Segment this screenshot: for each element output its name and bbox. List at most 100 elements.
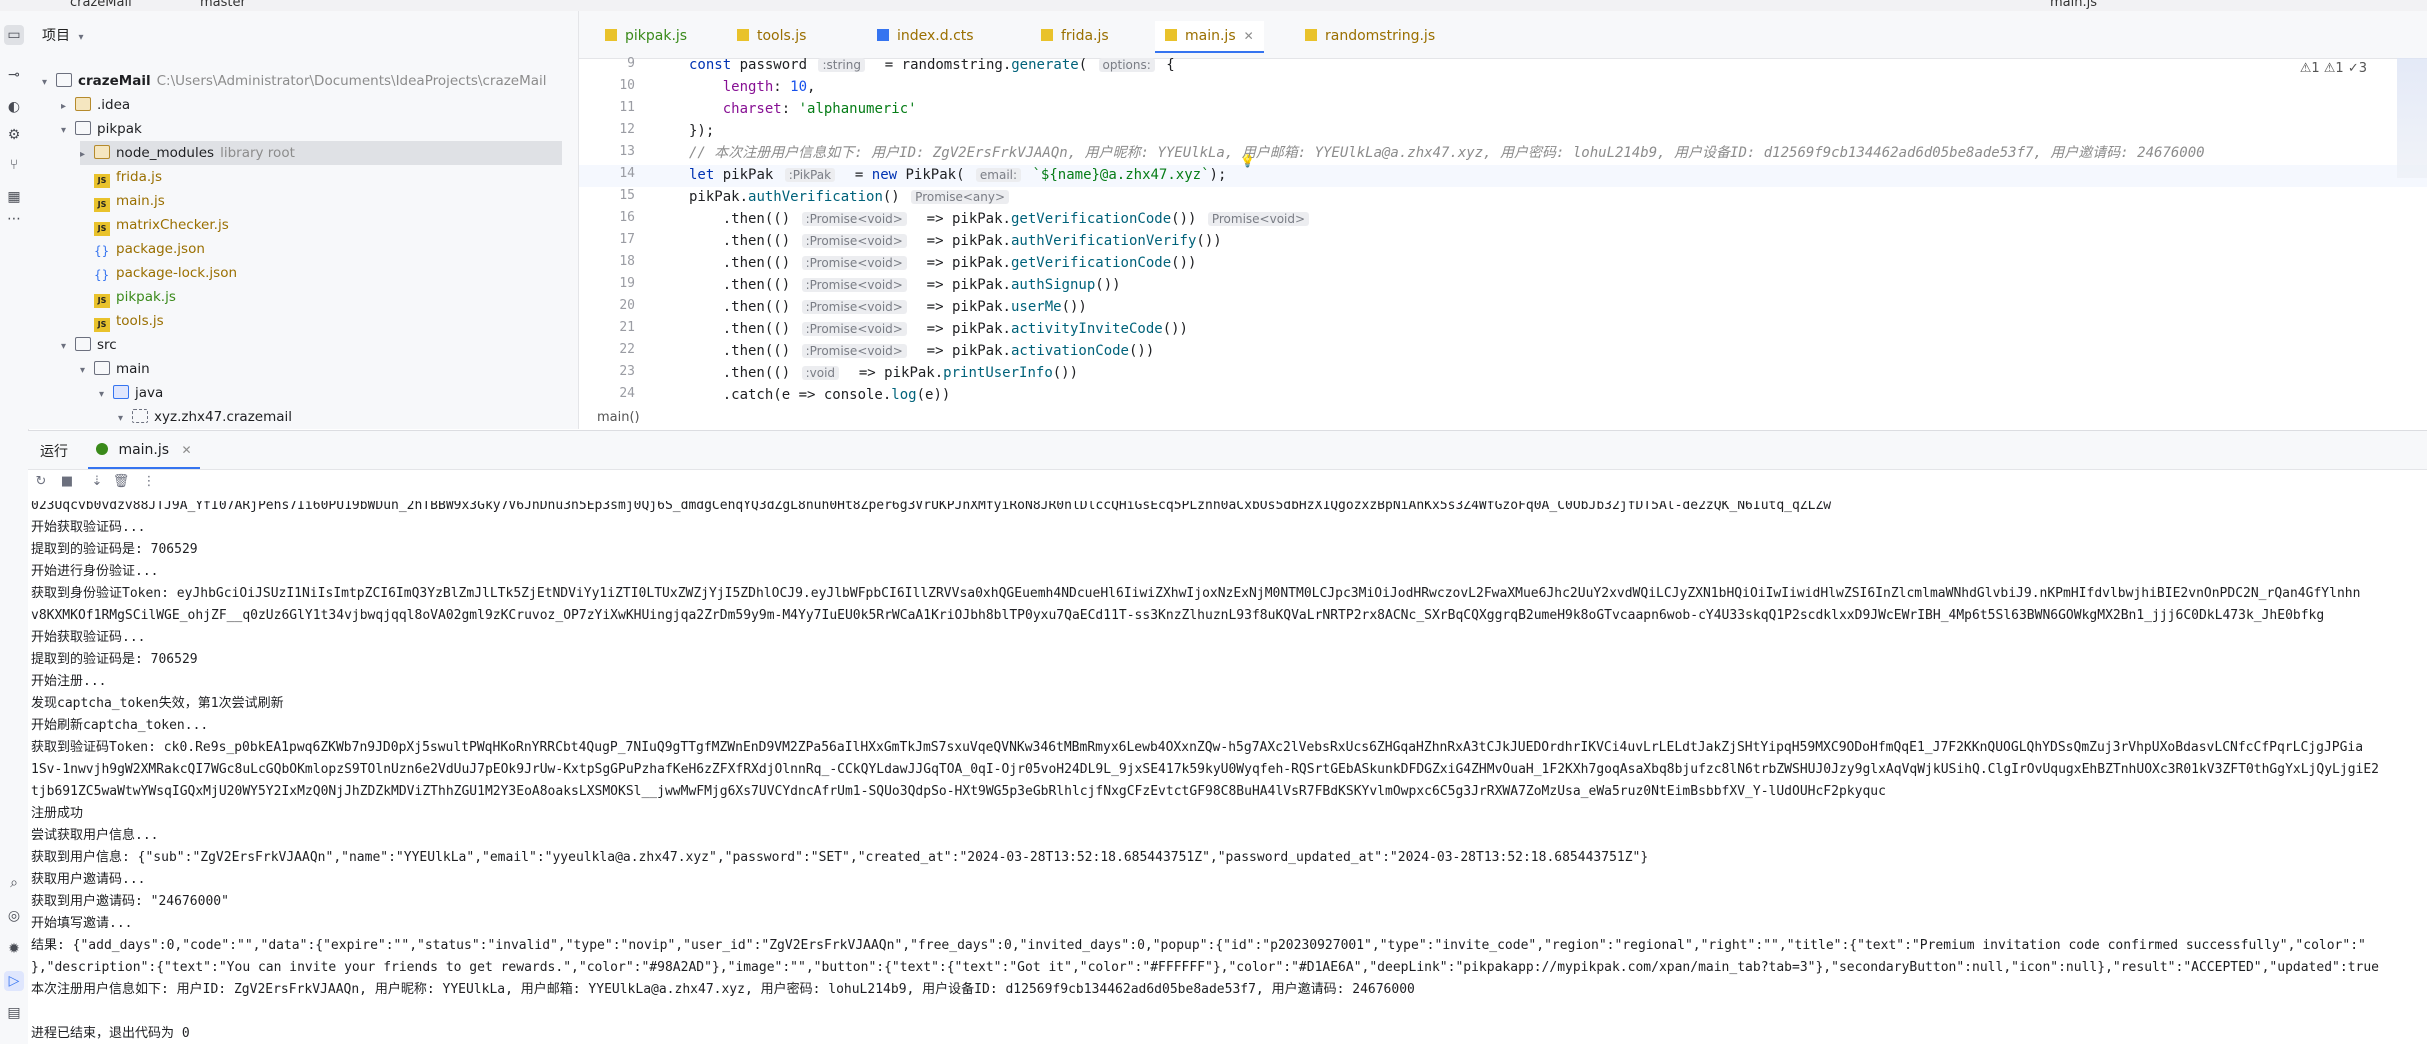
line-number: 22 bbox=[619, 342, 635, 357]
tree-item[interactable]: ▾ java bbox=[99, 381, 562, 405]
more-options-icon[interactable]: ⋮ bbox=[140, 473, 158, 491]
more-icon[interactable]: ⋯ bbox=[4, 209, 24, 229]
chevron-icon[interactable]: ▾ bbox=[99, 383, 113, 407]
tree-item[interactable]: ▸ .idea bbox=[61, 93, 562, 117]
console-line[interactable]: 获取到验证码Token: ck0.Re9s_p0bkEA1pwq6ZKWb7n9… bbox=[31, 737, 2363, 759]
console-line[interactable]: 发现captcha_token失效，第1次尝试刷新 bbox=[31, 693, 284, 715]
chevron-icon[interactable]: ▾ bbox=[61, 335, 75, 359]
code-line[interactable]: pikPak.authVerification() Promise<any> bbox=[689, 186, 1012, 208]
code-line[interactable]: .then(() :Promise<void> => pikPak.authSi… bbox=[689, 274, 1121, 296]
trash-icon[interactable]: 🗑 bbox=[112, 473, 130, 491]
close-icon[interactable]: ✕ bbox=[1244, 29, 1254, 43]
console-line[interactable]: 开始刷新captcha_token... bbox=[31, 715, 208, 737]
console-line[interactable]: 开始进行身份验证... bbox=[31, 561, 158, 583]
tab-randomstring-js[interactable]: randomstring.js bbox=[1295, 21, 1445, 51]
commit-icon[interactable]: ⊸ bbox=[4, 65, 24, 85]
git-icon[interactable]: ◐ bbox=[4, 97, 24, 117]
chevron-icon[interactable]: ▾ bbox=[61, 119, 75, 143]
project-name[interactable]: crazeMail bbox=[70, 0, 132, 10]
console-output[interactable]: 023Uqcvb0vdzv88JTJ9A_YfI07ARjPehs7Ii60PU… bbox=[31, 501, 2427, 1041]
code-line[interactable]: let pikPak :PikPak = new PikPak( email: … bbox=[689, 164, 1226, 186]
console-line[interactable]: 本次注册用户信息如下: 用户ID: ZgV2ErsFrkVJAAQn, 用户昵称… bbox=[31, 979, 1415, 1001]
minimap[interactable] bbox=[2397, 58, 2427, 178]
console-line[interactable]: 1Sv-1nwvjh9gW2XMRakcQI7WGc8uLcGQbOKmlopz… bbox=[31, 759, 2379, 781]
close-icon[interactable]: ✕ bbox=[182, 443, 192, 457]
tab-frida-js[interactable]: frida.js bbox=[1031, 21, 1119, 51]
chevron-icon[interactable]: ▸ bbox=[80, 143, 94, 167]
console-line[interactable]: 获取到用户邀请码: "24676000" bbox=[31, 891, 229, 913]
terminal-icon[interactable]: ▤ bbox=[4, 1003, 24, 1023]
tab-tools-js[interactable]: tools.js bbox=[727, 21, 816, 51]
tree-item[interactable]: ▾ main bbox=[80, 357, 562, 381]
project-panel-header[interactable]: 项目 ▾ bbox=[42, 25, 83, 45]
console-line[interactable]: 获取到身份验证Token: eyJhbGciOiJSUzI1NiIsImtpZC… bbox=[31, 583, 2360, 605]
rerun-icon[interactable]: ↻ bbox=[32, 473, 50, 491]
tab-pikpak-js[interactable]: pikpak.js bbox=[595, 21, 697, 51]
console-line[interactable]: tjb691ZC5waWtwYWsqIGQxMjU20WY5Y2IxMzQ0Nj… bbox=[31, 781, 1886, 803]
code-area[interactable]: const password :string = randomstring.ge… bbox=[689, 58, 2409, 408]
breadcrumb[interactable]: main() bbox=[597, 407, 640, 429]
debug-icon[interactable]: ✹ bbox=[4, 939, 24, 959]
inspection-widget[interactable]: ⚠1 ⚠1 ✓3 bbox=[2300, 61, 2367, 76]
run-config-name[interactable]: main.js bbox=[2050, 0, 2097, 10]
chevron-icon[interactable]: ▾ bbox=[118, 407, 132, 429]
chevron-icon[interactable]: ▾ bbox=[42, 71, 56, 95]
chevron-icon[interactable]: ▸ bbox=[61, 95, 75, 119]
code-line[interactable]: .then(() :void => pikPak.printUserInfo()… bbox=[689, 362, 1078, 384]
console-line[interactable]: 尝试获取用户信息... bbox=[31, 825, 158, 847]
code-line[interactable]: .then(() :Promise<void> => pikPak.authVe… bbox=[689, 230, 1222, 252]
pull-requests-icon[interactable]: ⑂ bbox=[4, 155, 24, 175]
console-line[interactable]: 提取到的验证码是: 706529 bbox=[31, 649, 198, 671]
console-line[interactable]: 进程已结束，退出代码为 0 bbox=[31, 1023, 190, 1041]
console-line[interactable]: 结果: {"add_days":0,"code":"","data":{"exp… bbox=[31, 935, 2366, 957]
search-icon[interactable]: ⌕ bbox=[4, 873, 24, 893]
code-line[interactable]: }); bbox=[689, 120, 714, 142]
branch-name[interactable]: master bbox=[200, 0, 246, 10]
tree-item[interactable]: ▾ xyz.zhx47.crazemail bbox=[118, 405, 562, 429]
scroll-end-icon[interactable]: ⇣ bbox=[88, 473, 106, 491]
structure-icon[interactable]: ⚙ bbox=[4, 125, 24, 145]
code-line[interactable]: length: 10, bbox=[689, 76, 816, 98]
js-file-icon bbox=[1305, 29, 1317, 41]
stop-icon[interactable]: ■ bbox=[58, 473, 76, 491]
code-line[interactable]: .then(() :Promise<void> => pikPak.activi… bbox=[689, 318, 1188, 340]
code-line[interactable]: // 本次注册用户信息如下: 用户ID: ZgV2ErsFrkVJAAQn, 用… bbox=[689, 142, 2205, 164]
tree-item[interactable]: ▾ pikpak bbox=[61, 117, 562, 141]
console-line[interactable]: 获取用户邀请码... bbox=[31, 869, 145, 891]
console-line[interactable]: v8KXMKOf1RMgSCilWGE_ohjZF__q0zUz6GlY1t34… bbox=[31, 605, 2324, 627]
run-tab-main[interactable]: main.js ✕ bbox=[88, 431, 200, 469]
code-line[interactable]: charset: 'alphanumeric' bbox=[689, 98, 917, 120]
tree-item[interactable]: JS matrixChecker.js bbox=[80, 213, 562, 237]
tree-item[interactable]: JS pikpak.js bbox=[80, 285, 562, 309]
layout-icon[interactable]: ▦ bbox=[4, 187, 24, 207]
code-line[interactable]: .then(() :Promise<void> => pikPak.getVer… bbox=[689, 208, 1312, 230]
services-icon[interactable]: ◎ bbox=[4, 906, 24, 926]
console-line[interactable]: 023Uqcvb0vdzv88JTJ9A_YfI07ARjPehs7Ii60PU… bbox=[31, 501, 1831, 517]
tree-item[interactable]: JS tools.js bbox=[80, 309, 562, 333]
code-line[interactable]: const password :string = randomstring.ge… bbox=[689, 58, 1175, 76]
project-view-icon[interactable]: ▭ bbox=[4, 25, 24, 45]
tree-item[interactable]: {} package-lock.json bbox=[80, 261, 562, 285]
run-icon[interactable]: ▷ bbox=[4, 971, 24, 991]
console-line[interactable]: 开始填写邀请... bbox=[31, 913, 132, 935]
code-line[interactable]: .then(() :Promise<void> => pikPak.getVer… bbox=[689, 252, 1197, 274]
tree-item[interactable]: JS main.js bbox=[80, 189, 562, 213]
console-line[interactable]: },"description":{"text":"You can invite … bbox=[31, 957, 2379, 979]
code-line[interactable]: .then(() :Promise<void> => pikPak.activa… bbox=[689, 340, 1155, 362]
tree-item[interactable]: ▾ src bbox=[61, 333, 562, 357]
tree-item[interactable]: ▸ node_modules library root bbox=[80, 141, 562, 165]
tree-item[interactable]: {} package.json bbox=[80, 237, 562, 261]
tree-item[interactable]: JS frida.js bbox=[80, 165, 562, 189]
console-line[interactable]: 开始获取验证码... bbox=[31, 517, 145, 539]
code-line[interactable]: .then(() :Promise<void> => pikPak.userMe… bbox=[689, 296, 1087, 318]
console-line[interactable]: 开始获取验证码... bbox=[31, 627, 145, 649]
chevron-icon[interactable]: ▾ bbox=[80, 359, 94, 383]
console-line[interactable]: 提取到的验证码是: 706529 bbox=[31, 539, 198, 561]
tree-item[interactable]: ▾ crazeMail C:\Users\Administrator\Documen… bbox=[42, 69, 562, 93]
console-line[interactable]: 开始注册... bbox=[31, 671, 106, 693]
console-line[interactable]: 获取到用户信息: {"sub":"ZgV2ErsFrkVJAAQn","name… bbox=[31, 847, 1648, 869]
code-line[interactable]: .catch(e => console.log(e)) bbox=[689, 384, 951, 406]
tab-main-js[interactable]: main.js ✕ bbox=[1155, 21, 1264, 53]
console-line[interactable]: 注册成功 bbox=[31, 803, 83, 825]
tab-index-d-cts[interactable]: index.d.cts bbox=[867, 21, 984, 51]
